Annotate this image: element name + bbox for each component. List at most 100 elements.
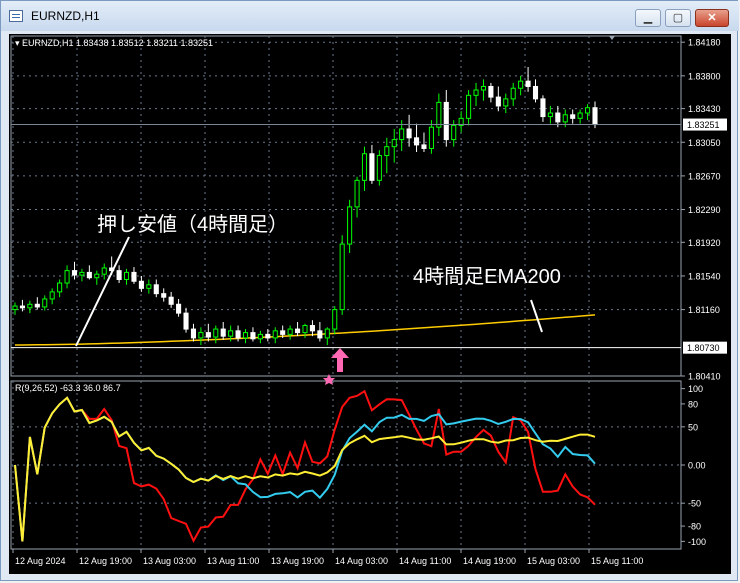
candle-body: [183, 312, 189, 330]
candle-body: [250, 332, 256, 340]
candle-body: [116, 270, 122, 280]
candle-body: [555, 112, 561, 123]
candle-body: [361, 153, 368, 181]
candle-body: [176, 303, 182, 314]
price-axis-label: 1.80410: [688, 372, 721, 382]
current-price-value: 1.83251: [687, 120, 720, 130]
candle-body: [257, 333, 263, 340]
price-axis-label: 1.83800: [688, 71, 721, 81]
time-axis-label: 15 Aug 11:00: [591, 556, 643, 566]
candle-body: [272, 330, 278, 339]
candle-body: [49, 291, 55, 300]
candle-body: [79, 271, 85, 276]
candle-body: [57, 282, 63, 293]
price-axis-label: 1.83430: [688, 104, 721, 114]
candle-body: [562, 114, 568, 123]
candle-body: [138, 280, 144, 289]
time-axis-label: 15 Aug 03:00: [527, 556, 580, 566]
price-axis-label: 1.82290: [688, 205, 721, 215]
candle-body: [347, 206, 353, 245]
entry-arrow-icon: [331, 348, 349, 372]
candle-body: [131, 271, 137, 282]
indicator-axis-label: 0.00: [688, 461, 706, 471]
candle-body: [510, 87, 516, 100]
price-axis-label: 1.82670: [688, 171, 721, 181]
indicator-label: R(9,26,52) -63.3 36.0 86.7: [15, 383, 121, 393]
candle-body: [280, 330, 286, 335]
pullback-arrow-line: [75, 236, 130, 347]
time-axis-label: 13 Aug 03:00: [143, 556, 196, 566]
candle-body: [220, 328, 226, 337]
candle-body: [525, 80, 531, 87]
pullback-annotation: 押し安値（4時間足）: [97, 213, 288, 236]
chart-window: EURNZD,H1 ▁ ▢ ✕ 1.84180 1.83800 1.83430 1.8…: [0, 0, 739, 581]
candle-body: [168, 296, 174, 305]
ema-annotation: 4時間足EMA200: [413, 265, 561, 288]
candle-body: [27, 303, 33, 309]
candle-body: [309, 325, 315, 332]
price-chart-svg[interactable]: 1.84180 1.83800 1.83430 1.83050 1.82670 1.822…: [9, 34, 731, 574]
chart-window-icon: [9, 10, 23, 22]
price-axis-label: 1.83050: [688, 138, 721, 148]
time-axis-label: 13 Aug 11:00: [207, 556, 259, 566]
minimize-button[interactable]: ▁: [635, 9, 661, 27]
window-title: EURNZD,H1: [31, 9, 100, 23]
candle-body: [577, 112, 583, 119]
candle-body: [540, 98, 546, 118]
candle-body: [190, 328, 197, 339]
candle-body: [413, 137, 420, 146]
candle-body: [287, 328, 293, 335]
chart-canvas[interactable]: 1.84180 1.83800 1.83430 1.83050 1.82670 1.822…: [9, 34, 731, 574]
price-axis-label: 1.84180: [688, 38, 721, 48]
candle-body: [146, 284, 152, 289]
candle-body: [242, 332, 249, 339]
candle-body: [228, 330, 234, 337]
candle-body: [376, 155, 382, 181]
candle-body: [64, 270, 70, 284]
candle-body: [205, 332, 211, 338]
candle-body: [503, 98, 509, 107]
candle-body: [473, 89, 479, 96]
indicator-axis-label: 50: [688, 422, 698, 432]
time-axis-label: 12 Aug 2024: [15, 556, 66, 566]
candle-body: [532, 85, 539, 100]
candle-body: [265, 333, 271, 339]
price-axis-label: 1.81920: [688, 238, 721, 248]
candle-body: [585, 107, 591, 114]
candle-body: [480, 85, 487, 91]
candle-body: [19, 305, 25, 309]
candle-body: [399, 128, 405, 141]
candle-body: [495, 96, 501, 107]
candle-body: [42, 298, 48, 308]
indicator-axis-label: -50: [688, 499, 701, 509]
level-price-value: 1.80730: [687, 343, 720, 353]
ema-arrow-line: [530, 299, 543, 333]
time-axis-label: 14 Aug 19:00: [463, 556, 516, 566]
candle-body: [391, 139, 397, 148]
candle-body: [369, 153, 375, 181]
time-axis-label: 14 Aug 03:00: [335, 556, 388, 566]
title-bar[interactable]: EURNZD,H1 ▁ ▢ ✕: [1, 1, 739, 31]
candle-body: [94, 273, 100, 279]
price-axis-label: 1.81160: [688, 305, 720, 315]
candle-body: [518, 80, 524, 89]
candle-body: [213, 328, 219, 338]
candle-body: [354, 179, 360, 208]
candle-body: [466, 94, 472, 119]
candle-body: [302, 325, 308, 334]
candle-body: [123, 271, 130, 280]
candle-body: [71, 270, 78, 276]
indicator-axis-label: 80: [688, 399, 698, 409]
candle-body: [443, 101, 449, 141]
indicator-axis-label: -100: [688, 537, 706, 547]
main-pane-frame: [10, 35, 682, 377]
candle-body: [436, 101, 442, 128]
candle-body: [161, 293, 167, 298]
indicator-axis-label: 100: [688, 384, 703, 394]
close-button[interactable]: ✕: [695, 9, 729, 27]
rsi-slow-line: [14, 396, 596, 542]
candle-body: [332, 309, 338, 330]
candle-body: [547, 112, 553, 118]
candle-body: [488, 85, 494, 98]
maximize-button[interactable]: ▢: [665, 9, 691, 27]
